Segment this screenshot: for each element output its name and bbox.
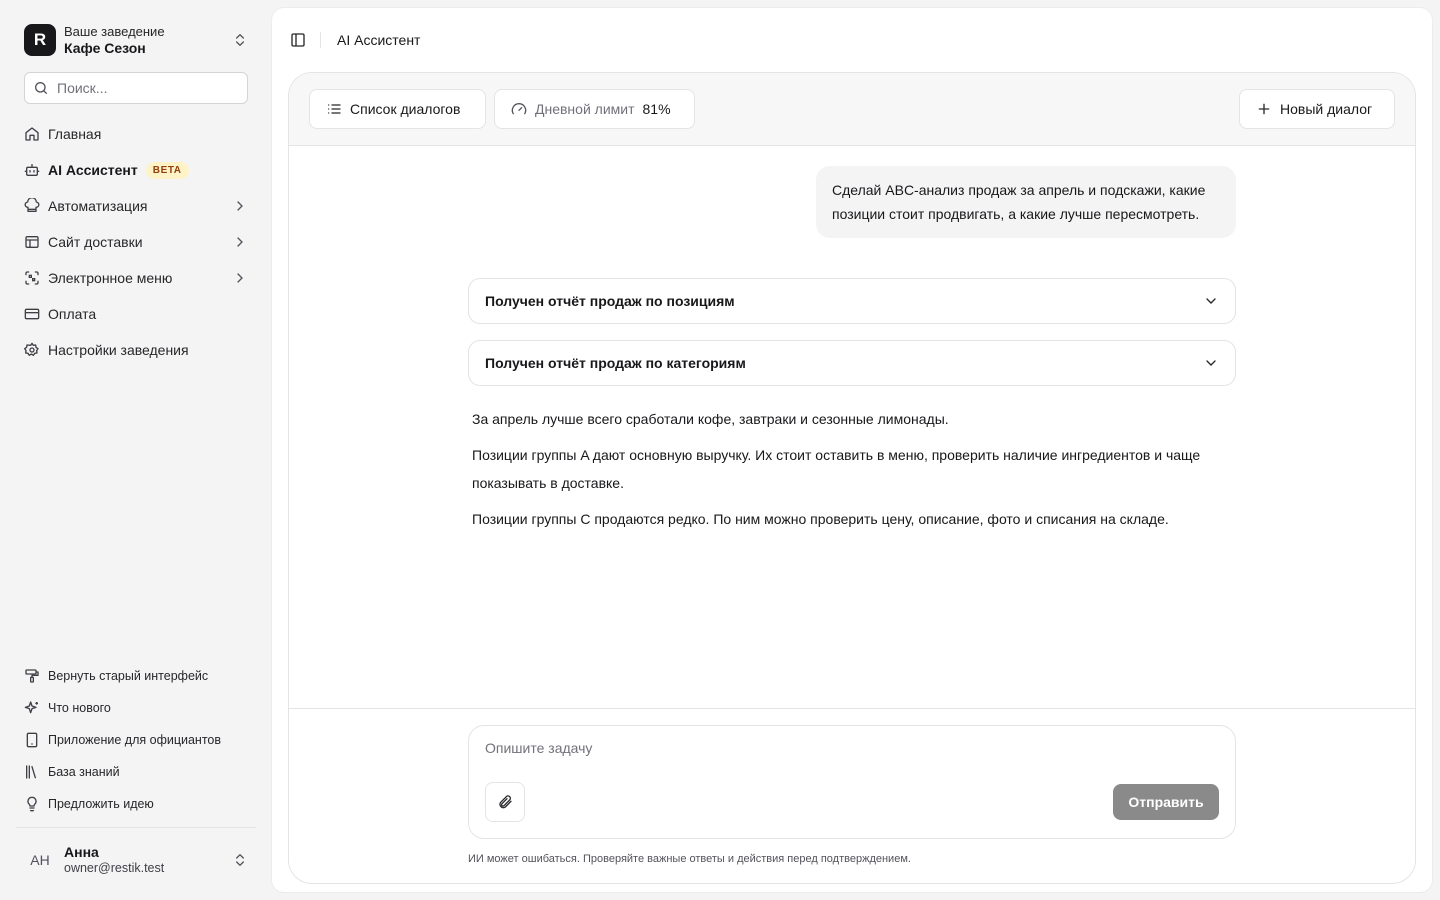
nav-item-label: Оплата: [48, 306, 97, 322]
browser-icon: [25, 236, 39, 248]
main-panel: AI Ассистент Список диалогов Дневной лим…: [272, 8, 1432, 892]
nav-item-label: Главная: [48, 126, 102, 142]
search-icon: [35, 82, 47, 94]
input-zone: Отправить ИИ может ошибаться. Проверяйте…: [289, 708, 1415, 883]
daily-limit-label: Дневной лимит: [535, 101, 635, 117]
beta-badge: BETA: [145, 161, 189, 179]
dialog-list-button[interactable]: Список диалогов: [309, 89, 486, 129]
dialog-list-label: Список диалогов: [350, 101, 461, 117]
chevrons-up-down-icon: [236, 34, 244, 46]
nav-item-delivery-site[interactable]: Сайт доставки: [16, 226, 256, 258]
chevron-right-icon: [237, 237, 243, 247]
credit-card-icon: [24, 308, 40, 320]
new-dialog-button[interactable]: Новый диалог: [1239, 89, 1395, 129]
search-box[interactable]: [24, 72, 248, 104]
nav-item-label: Настройки заведения: [48, 342, 189, 358]
nav-item-e-menu[interactable]: Электронное меню: [16, 262, 256, 294]
link-knowledge-base[interactable]: База знаний: [16, 756, 256, 788]
task-input[interactable]: [485, 740, 1215, 764]
user-message: Сделай ABC-анализ продаж за апрель и под…: [816, 166, 1236, 238]
attach-button[interactable]: [485, 782, 525, 822]
user-email: owner@restik.test: [64, 861, 165, 875]
link-label: База знаний: [48, 765, 120, 779]
tool-result-label: Получен отчёт продаж по позициям: [485, 293, 735, 309]
nav-item-label: Электронное меню: [48, 270, 173, 286]
nav-item-label: AI Ассистент: [48, 162, 138, 178]
link-waiter-app[interactable]: Приложение для официантов: [16, 724, 256, 756]
daily-limit-value: 81%: [642, 101, 671, 117]
nav-item-ai-assistant[interactable]: AI Ассистент BETA: [16, 154, 256, 186]
venue-switcher[interactable]: R Ваше заведение Кафе Сезон: [16, 16, 256, 64]
answer-paragraph: Позиции группы A дают основную выручку. …: [472, 447, 1201, 491]
bot-icon: [24, 164, 40, 176]
tool-result-categories-report[interactable]: Получен отчёт продаж по категориям: [468, 340, 1236, 386]
qr-scan-icon: [25, 271, 39, 285]
breadcrumb: AI Ассистент: [337, 32, 421, 48]
chevron-down-icon: [1206, 298, 1216, 304]
nav-item-automation[interactable]: Автоматизация: [16, 190, 256, 222]
user-text: Анна owner@restik.test: [64, 844, 232, 876]
search-input[interactable]: [57, 80, 237, 96]
nav-item-payment[interactable]: Оплата: [16, 298, 256, 330]
link-whats-new[interactable]: Что нового: [16, 692, 256, 724]
separator: [320, 32, 321, 48]
link-label: Приложение для официантов: [48, 733, 222, 747]
tool-result-items-report[interactable]: Получен отчёт продаж по позициям: [468, 278, 1236, 324]
sidebar: R Ваше заведение Кафе Сезон Главная AI А…: [0, 0, 272, 900]
link-suggest-idea[interactable]: Предложить идею: [16, 788, 256, 820]
chef-hat-icon: [24, 198, 40, 212]
user-menu[interactable]: АН Анна owner@restik.test: [16, 836, 256, 884]
venue-name: Кафе Сезон: [64, 40, 146, 56]
lightbulb-icon: [27, 796, 37, 812]
tablet-icon: [26, 732, 38, 748]
tool-result-label: Получен отчёт продаж по категориям: [485, 355, 746, 371]
venue-text: Ваше заведение Кафе Сезон: [64, 23, 232, 57]
chevrons-up-down-icon: [236, 854, 244, 866]
gear-icon: [24, 342, 39, 356]
avatar: АН: [24, 844, 56, 876]
paint-roller-icon: [25, 669, 39, 683]
venue-subtitle: Ваше заведение: [64, 24, 165, 39]
plus-icon: [1258, 103, 1270, 115]
main-nav: Главная AI Ассистент BETA Автоматизация …: [16, 118, 256, 370]
new-dialog-label: Новый диалог: [1280, 101, 1373, 117]
chat-panel: Список диалогов Дневной лимит 81% Новый …: [288, 72, 1416, 884]
nav-item-settings[interactable]: Настройки заведения: [16, 334, 256, 366]
nav-item-home[interactable]: Главная: [16, 118, 256, 150]
answer-paragraph: Позиции группы C продаются редко. По ним…: [472, 511, 1169, 527]
home-icon: [25, 127, 39, 141]
chevron-down-icon: [1206, 360, 1216, 366]
user-name: Анна: [64, 844, 99, 860]
sidebar-toggle-icon[interactable]: [290, 32, 306, 48]
nav-item-label: Сайт доставки: [48, 234, 143, 250]
list-icon: [328, 104, 341, 114]
answer-paragraph: За апрель лучше всего сработали кофе, за…: [472, 411, 949, 427]
composer: Отправить: [468, 725, 1236, 839]
secondary-nav: Вернуть старый интерфейс Что нового Прил…: [16, 660, 256, 820]
link-old-interface[interactable]: Вернуть старый интерфейс: [16, 660, 256, 692]
link-label: Вернуть старый интерфейс: [48, 669, 209, 683]
sidebar-divider: [16, 827, 256, 828]
library-icon: [26, 765, 36, 779]
assistant-answer: За апрель лучше всего сработали кофе, за…: [472, 405, 1232, 541]
send-button[interactable]: Отправить: [1113, 784, 1219, 820]
chevron-right-icon: [237, 273, 243, 283]
chat-header: Список диалогов Дневной лимит 81% Новый …: [289, 73, 1415, 146]
link-label: Что нового: [48, 701, 111, 715]
disclaimer: ИИ может ошибаться. Проверяйте важные от…: [468, 853, 911, 865]
top-bar: AI Ассистент: [272, 8, 1432, 72]
nav-item-label: Автоматизация: [48, 198, 148, 214]
daily-limit-button[interactable]: Дневной лимит 81%: [494, 89, 695, 129]
link-label: Предложить идею: [48, 797, 154, 811]
venue-logo: R: [24, 24, 56, 56]
paperclip-icon: [499, 795, 512, 809]
sparkles-icon: [24, 701, 38, 714]
chevron-right-icon: [237, 201, 243, 211]
gauge-icon: [511, 103, 527, 115]
